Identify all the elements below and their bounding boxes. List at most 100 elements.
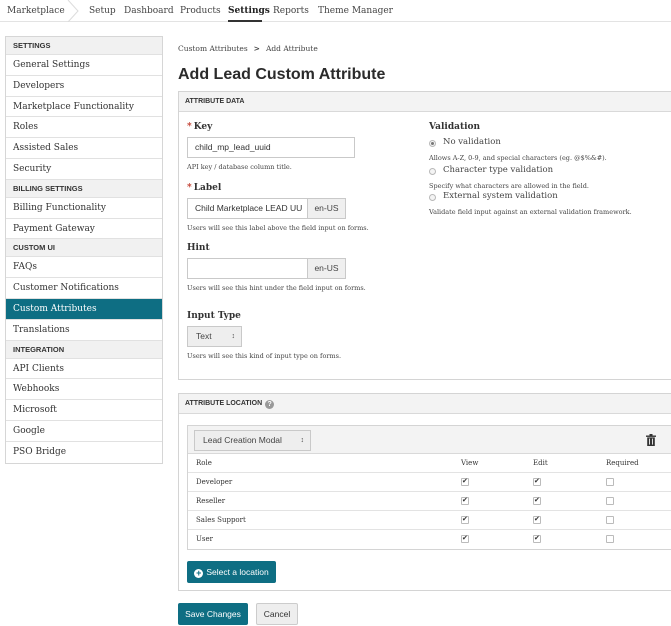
sidebar-item-general-settings[interactable]: General Settings bbox=[6, 55, 162, 76]
required-checkbox[interactable] bbox=[606, 516, 614, 524]
table-row: Developer bbox=[188, 473, 671, 492]
trash-icon[interactable] bbox=[646, 434, 656, 446]
select-caret-icon: ↕ bbox=[231, 333, 236, 340]
breadcrumb-separator: > bbox=[253, 44, 260, 53]
nav-products[interactable]: Products bbox=[180, 6, 221, 16]
active-tab-indicator bbox=[228, 20, 262, 22]
sidebar-item-translations[interactable]: Translations bbox=[6, 320, 162, 341]
hint-help: Users will see this hint under the field… bbox=[187, 284, 366, 292]
sidebar-item-pso-bridge[interactable]: PSO Bridge bbox=[6, 442, 162, 463]
validation-option-character-label: Character type validation bbox=[443, 165, 554, 175]
sidebar-item-marketplace-functionality[interactable]: Marketplace Functionality bbox=[6, 97, 162, 118]
key-label-text: Key bbox=[193, 122, 213, 132]
validation-radio-external[interactable] bbox=[429, 194, 436, 201]
select-location-label: Select a location bbox=[206, 567, 269, 577]
validation-option-none-help: Allows A-Z, 0-9, and special characters … bbox=[429, 154, 607, 162]
sidebar-item-assisted-sales[interactable]: Assisted Sales bbox=[6, 138, 162, 159]
location-card-header: Lead Creation Modal ↕ bbox=[188, 426, 671, 454]
location-select[interactable]: Lead Creation Modal ↕ bbox=[194, 430, 311, 451]
view-checkbox[interactable] bbox=[461, 477, 469, 486]
label-label-text: Label bbox=[193, 183, 222, 193]
breadcrumb: Custom Attributes > Add Attribute bbox=[178, 44, 318, 53]
sidebar-item-developers[interactable]: Developers bbox=[6, 76, 162, 97]
sidebar-item-google[interactable]: Google bbox=[6, 421, 162, 442]
sidebar-heading-settings: SETTINGS bbox=[6, 37, 162, 55]
validation-label: Validation bbox=[429, 122, 481, 132]
hint-label: Hint bbox=[187, 243, 210, 253]
sidebar-item-webhooks[interactable]: Webhooks bbox=[6, 379, 162, 401]
sidebar-item-payment-gateway[interactable]: Payment Gateway bbox=[6, 219, 162, 240]
nav-marketplace[interactable]: Marketplace bbox=[7, 6, 65, 16]
validation-radio-none[interactable] bbox=[429, 140, 436, 147]
attribute-location-heading: ATTRIBUTE LOCATION bbox=[185, 400, 263, 407]
nav-dashboard[interactable]: Dashboard bbox=[124, 6, 174, 16]
attribute-location-heading-row: ATTRIBUTE LOCATION? bbox=[179, 394, 671, 414]
top-nav: Marketplace Setup Dashboard Products Set… bbox=[0, 0, 671, 22]
location-select-value: Lead Creation Modal bbox=[203, 435, 282, 445]
table-row: Sales Support bbox=[188, 511, 671, 530]
table-row: Reseller bbox=[188, 492, 671, 511]
select-location-button[interactable]: + Select a location bbox=[187, 561, 276, 583]
edit-checkbox[interactable] bbox=[533, 496, 541, 505]
view-checkbox[interactable] bbox=[461, 496, 469, 505]
role-name: Reseller bbox=[196, 497, 226, 505]
attribute-data-heading: ATTRIBUTE DATA bbox=[179, 92, 671, 112]
column-role: Role bbox=[196, 459, 212, 467]
sidebar-item-roles[interactable]: Roles bbox=[6, 117, 162, 139]
column-edit: Edit bbox=[533, 459, 548, 467]
nav-reports[interactable]: Reports bbox=[273, 6, 309, 16]
key-label: * Key bbox=[187, 122, 212, 132]
input-type-select[interactable]: Text ↕ bbox=[187, 326, 242, 347]
validation-option-character-help: Specify what characters are allowed in t… bbox=[429, 182, 589, 190]
label-locale-addon: en-US bbox=[307, 198, 346, 219]
location-card: Lead Creation Modal ↕ Role View Edit Req… bbox=[187, 425, 671, 550]
validation-option-external-help: Validate field input against an external… bbox=[429, 208, 632, 216]
role-name: Developer bbox=[196, 478, 233, 486]
attribute-data-panel: ATTRIBUTE DATA * Key child_mp_lead_uuid A… bbox=[178, 91, 671, 380]
breadcrumb-parent-link[interactable]: Custom Attributes bbox=[178, 44, 248, 53]
validation-radio-character[interactable] bbox=[429, 168, 436, 175]
help-icon[interactable]: ? bbox=[265, 400, 275, 409]
table-header-row: Role View Edit Required bbox=[188, 454, 671, 473]
sidebar-item-custom-attributes[interactable]: Custom Attributes bbox=[6, 298, 162, 320]
input-type-label: Input Type bbox=[187, 311, 241, 321]
key-help: API key / database column title. bbox=[187, 163, 292, 171]
sidebar-item-microsoft[interactable]: Microsoft bbox=[6, 400, 162, 421]
edit-checkbox[interactable] bbox=[533, 534, 541, 543]
key-input[interactable]: child_mp_lead_uuid bbox=[187, 137, 355, 158]
cancel-button[interactable]: Cancel bbox=[256, 603, 298, 625]
required-checkbox[interactable] bbox=[606, 478, 614, 486]
input-type-value: Text bbox=[196, 331, 212, 341]
column-required: Required bbox=[606, 459, 639, 467]
required-marker: * bbox=[187, 122, 192, 132]
sidebar-item-customer-notifications[interactable]: Customer Notifications bbox=[6, 278, 162, 299]
nav-theme-manager[interactable]: Theme Manager bbox=[318, 6, 393, 16]
nav-setup[interactable]: Setup bbox=[89, 6, 116, 16]
save-changes-button[interactable]: Save Changes bbox=[178, 603, 248, 625]
hint-input[interactable] bbox=[187, 258, 308, 279]
breadcrumb-current: Add Attribute bbox=[265, 44, 318, 53]
role-name: User bbox=[196, 535, 213, 543]
label-label: * Label bbox=[187, 183, 221, 193]
edit-checkbox[interactable] bbox=[533, 477, 541, 486]
sidebar-item-billing-functionality[interactable]: Billing Functionality bbox=[6, 198, 162, 219]
column-view: View bbox=[461, 459, 479, 467]
sidebar-heading-integration: INTEGRATION bbox=[6, 340, 162, 359]
settings-sidebar: SETTINGS General Settings Developers Mar… bbox=[5, 36, 163, 464]
plus-circle-icon: + bbox=[194, 568, 204, 578]
sidebar-heading-billing-settings: BILLING SETTINGS bbox=[6, 179, 162, 198]
view-checkbox[interactable] bbox=[461, 534, 469, 543]
view-checkbox[interactable] bbox=[461, 515, 469, 524]
sidebar-item-faqs[interactable]: FAQs bbox=[6, 257, 162, 279]
label-input[interactable]: Child Marketplace LEAD UU bbox=[187, 198, 308, 219]
page-title: Add Lead Custom Attribute bbox=[178, 66, 386, 83]
hint-locale-addon: en-US bbox=[307, 258, 346, 279]
label-help: Users will see this label above the fiel… bbox=[187, 224, 369, 232]
required-checkbox[interactable] bbox=[606, 497, 614, 505]
sidebar-item-api-clients[interactable]: API Clients bbox=[6, 359, 162, 380]
sidebar-item-security[interactable]: Security bbox=[6, 159, 162, 180]
nav-settings[interactable]: Settings bbox=[228, 6, 270, 16]
edit-checkbox[interactable] bbox=[533, 515, 541, 524]
validation-option-none-label: No validation bbox=[443, 137, 501, 147]
required-checkbox[interactable] bbox=[606, 535, 614, 543]
